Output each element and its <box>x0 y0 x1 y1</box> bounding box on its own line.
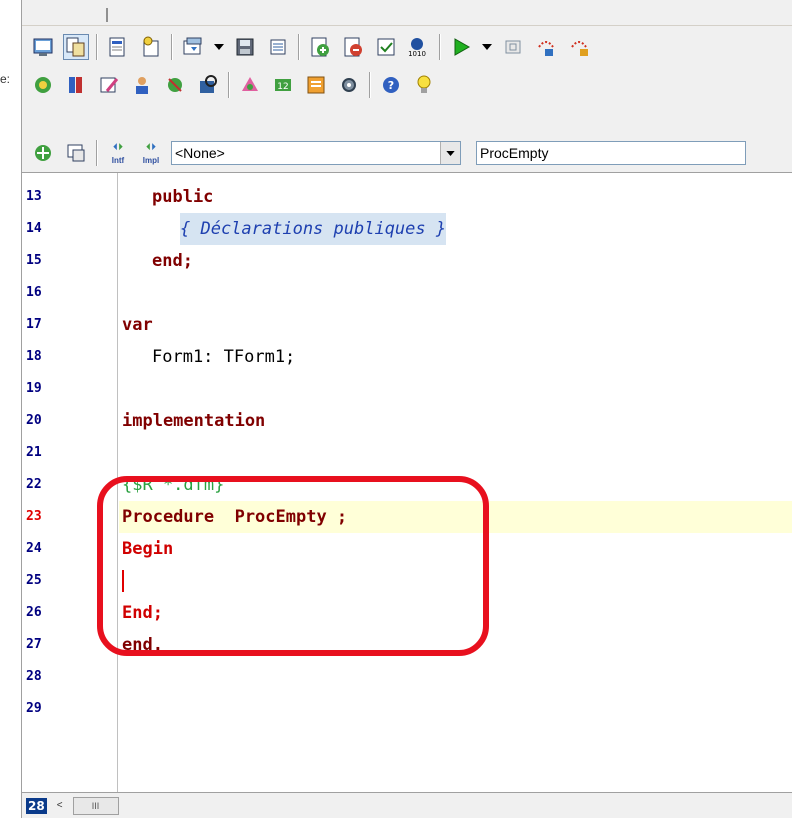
code-line[interactable]: var <box>122 309 153 341</box>
svg-text:1010: 1010 <box>408 50 426 58</box>
code-line-comment[interactable]: { Déclarations publiques } <box>180 213 447 245</box>
top-strip <box>22 0 792 26</box>
line-number: 26 <box>26 605 42 620</box>
new-form-icon[interactable] <box>105 34 131 60</box>
list-icon[interactable] <box>303 72 329 98</box>
database-icon[interactable] <box>237 72 263 98</box>
table-icon[interactable]: 12 <box>270 72 296 98</box>
save-icon[interactable] <box>232 34 258 60</box>
line-number: 13 <box>26 189 42 204</box>
line-number: 14 <box>26 221 42 236</box>
line-number: 22 <box>26 477 42 492</box>
implementation-label: Impl <box>142 155 160 165</box>
unit-combo[interactable]: <None> <box>171 141 461 165</box>
interface-label: Intf <box>111 155 125 165</box>
left-panel-edge: e: <box>0 0 22 818</box>
line-badge: 28 <box>26 797 47 814</box>
class-browser-icon[interactable] <box>30 140 56 166</box>
run-icon[interactable] <box>448 34 474 60</box>
line-number: 20 <box>26 413 42 428</box>
debug-icon[interactable] <box>162 72 188 98</box>
line-number: 29 <box>26 701 42 716</box>
code-line[interactable]: end; <box>152 245 193 277</box>
chevron-down-icon[interactable] <box>213 34 225 60</box>
add-file-icon[interactable] <box>307 34 333 60</box>
step-over-icon[interactable] <box>533 34 559 60</box>
scroll-left-button[interactable]: < <box>57 800 63 811</box>
line-number: 16 <box>26 285 42 300</box>
procedure-combo[interactable]: ProcEmpty <box>476 141 746 165</box>
chevron-down-icon[interactable] <box>440 142 460 164</box>
help-icon[interactable]: ? <box>378 72 404 98</box>
chevron-down-icon[interactable] <box>481 34 493 60</box>
line-number: 28 <box>26 669 42 684</box>
secondary-toolbar: 12 ? <box>22 68 792 102</box>
components-icon[interactable] <box>30 72 56 98</box>
unit-combo-value: <None> <box>175 145 225 161</box>
gear-icon[interactable] <box>336 72 362 98</box>
status-bar: 28 < III <box>22 792 792 818</box>
view-unit-icon[interactable] <box>30 34 56 60</box>
annotation-highlight-box <box>97 476 489 656</box>
main-toolbar: 1010 <box>22 26 792 68</box>
line-number: 18 <box>26 349 42 364</box>
svg-text:12: 12 <box>277 82 288 92</box>
left-panel-label-fragment: e: <box>0 72 11 86</box>
line-number: 24 <box>26 541 42 556</box>
interface-icon[interactable]: Intf <box>105 140 131 166</box>
horizontal-scrollbar-thumb[interactable]: III <box>72 796 119 815</box>
code-line[interactable]: public <box>152 181 213 213</box>
lightbulb-icon[interactable] <box>411 72 437 98</box>
procedure-combo-value: ProcEmpty <box>480 145 549 161</box>
code-line[interactable]: implementation <box>122 405 265 437</box>
trace-into-icon[interactable] <box>566 34 592 60</box>
svg-text:?: ? <box>388 79 394 92</box>
new-unit-icon[interactable] <box>138 34 164 60</box>
line-number: 23 <box>26 509 42 524</box>
object-inspector-icon[interactable] <box>63 72 89 98</box>
user-icon[interactable] <box>129 72 155 98</box>
line-number: 17 <box>26 317 42 332</box>
compile-icon[interactable]: 1010 <box>406 34 432 60</box>
implementation-icon[interactable]: Impl <box>138 140 164 166</box>
find-icon[interactable] <box>195 72 221 98</box>
pause-icon[interactable] <box>500 34 526 60</box>
open-project-icon[interactable] <box>180 34 206 60</box>
remove-file-icon[interactable] <box>340 34 366 60</box>
line-number: 21 <box>26 445 42 460</box>
line-number: 19 <box>26 381 42 396</box>
strip-grip <box>106 8 108 22</box>
edit-icon[interactable] <box>96 72 122 98</box>
line-number: 25 <box>26 573 42 588</box>
window-list-icon[interactable] <box>63 140 89 166</box>
save-all-icon[interactable] <box>265 34 291 60</box>
toggle-form-unit-icon[interactable] <box>63 34 89 60</box>
line-number: 27 <box>26 637 42 652</box>
navigation-toolbar: Intf Impl <None> ProcEmpty <box>22 136 792 170</box>
check-syntax-icon[interactable] <box>373 34 399 60</box>
line-number: 15 <box>26 253 42 268</box>
code-line[interactable]: Form1: TForm1; <box>152 341 295 373</box>
